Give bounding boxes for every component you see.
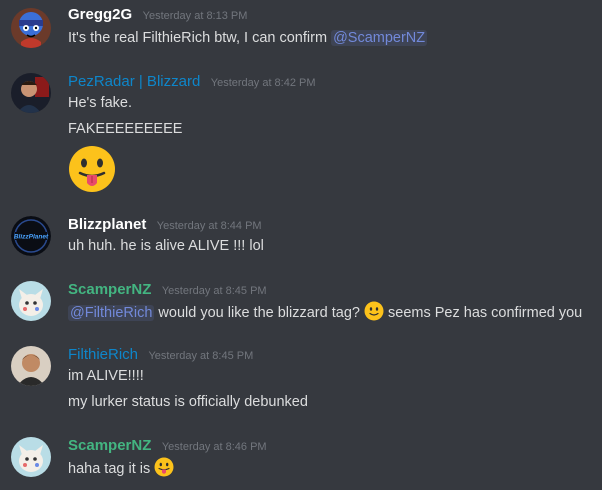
- timestamp: Yesterday at 8:13 PM: [142, 10, 248, 22]
- user-mention[interactable]: @ScamperNZ: [331, 30, 428, 46]
- avatar[interactable]: [11, 8, 51, 48]
- message-text: It's the real FilthieRich btw, I can con…: [68, 28, 428, 48]
- message-header: ScamperNZ Yesterday at 8:46 PM: [68, 437, 267, 455]
- avatar[interactable]: BlizzPlanet: [11, 216, 51, 256]
- timestamp: Yesterday at 8:45 PM: [161, 285, 267, 297]
- message-header: FilthieRich Yesterday at 8:45 PM: [68, 346, 253, 364]
- message-text: im ALIVE!!!!: [68, 368, 144, 384]
- message-text-segment: seems Pez has confirmed you: [383, 305, 583, 321]
- tongue-out-emoji: [68, 145, 116, 193]
- message-header: Blizzplanet Yesterday at 8:44 PM: [68, 216, 262, 234]
- timestamp: Yesterday at 8:44 PM: [156, 220, 262, 232]
- slight-smile-emoji: [364, 301, 384, 321]
- avatar-image: [11, 346, 51, 386]
- avatar-image: [11, 437, 51, 477]
- message-text-segment: haha tag it is: [68, 461, 155, 477]
- message-header: Gregg2G Yesterday at 8:13 PM: [68, 6, 247, 24]
- message-header: PezRadar | Blizzard Yesterday at 8:42 PM: [68, 73, 316, 91]
- avatar[interactable]: [11, 346, 51, 386]
- message-header: ScamperNZ Yesterday at 8:45 PM: [68, 281, 267, 299]
- message-text: He's fake.: [68, 95, 133, 111]
- avatar[interactable]: [11, 281, 51, 321]
- timestamp: Yesterday at 8:45 PM: [148, 350, 254, 362]
- avatar-image: [11, 73, 51, 113]
- username[interactable]: FilthieRich: [68, 346, 138, 363]
- username[interactable]: Gregg2G: [68, 6, 132, 23]
- message-text: @FilthieRich would you like the blizzard…: [68, 301, 582, 323]
- avatar-image: [11, 281, 51, 321]
- message-text-segment: It's the real FilthieRich btw, I can con…: [68, 30, 332, 46]
- timestamp: Yesterday at 8:46 PM: [161, 441, 267, 453]
- message-text-segment: would you like the blizzard tag?: [154, 305, 364, 321]
- timestamp: Yesterday at 8:42 PM: [210, 77, 316, 89]
- message-text: my lurker status is officially debunked: [68, 394, 308, 410]
- message-text: haha tag it is: [68, 457, 174, 479]
- username[interactable]: ScamperNZ: [68, 437, 151, 454]
- avatar-logo-text: BlizzPlanet: [14, 234, 49, 241]
- message-text: FAKEEEEEEEEE: [68, 121, 183, 137]
- username[interactable]: ScamperNZ: [68, 281, 151, 298]
- avatar-image: [11, 8, 51, 48]
- user-mention[interactable]: @FilthieRich: [68, 305, 155, 321]
- tongue-out-emoji: [154, 457, 174, 477]
- message-text: uh huh. he is alive ALIVE !!! lol: [68, 238, 264, 254]
- username[interactable]: Blizzplanet: [68, 216, 146, 233]
- avatar-image: BlizzPlanet: [11, 216, 51, 256]
- avatar[interactable]: [11, 437, 51, 477]
- username[interactable]: PezRadar | Blizzard: [68, 73, 200, 90]
- avatar[interactable]: [11, 73, 51, 113]
